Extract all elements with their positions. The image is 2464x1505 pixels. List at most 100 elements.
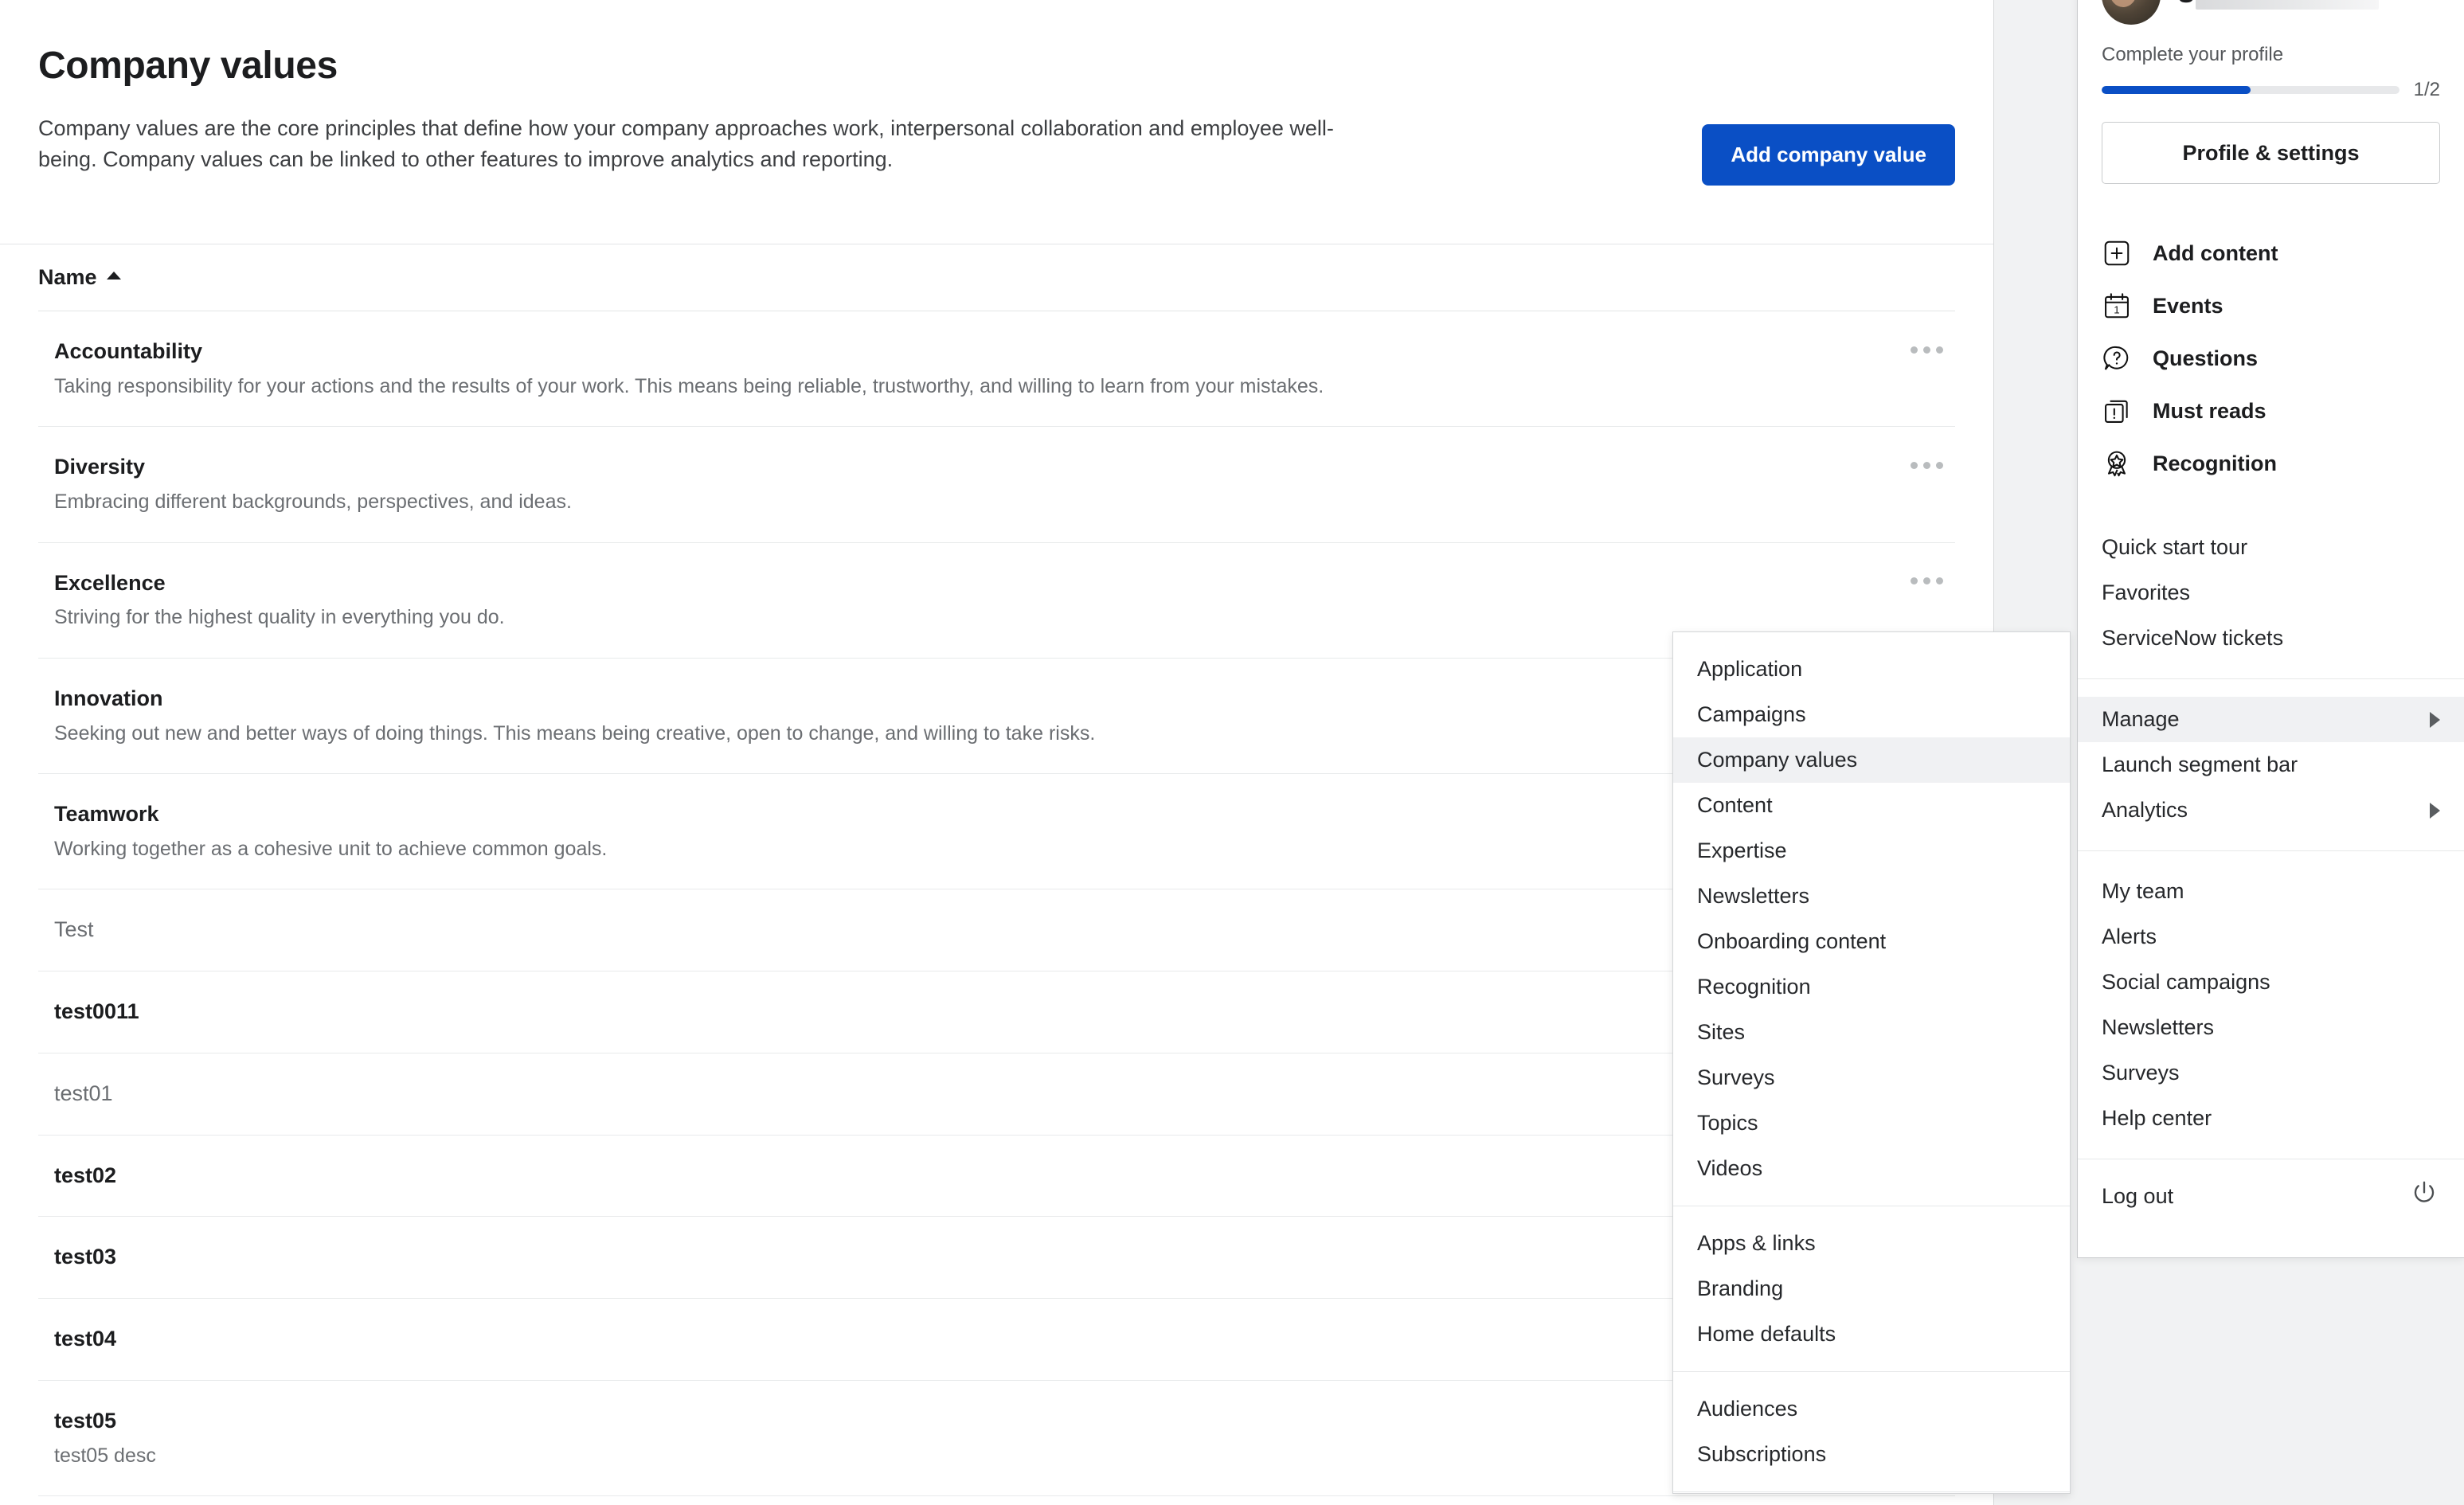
sidebar-item-manage[interactable]: Manage (2078, 697, 2464, 742)
dropdown-item-company-values[interactable]: Company values (1673, 737, 2070, 783)
dropdown-item-home-defaults[interactable]: Home defaults (1673, 1312, 2070, 1357)
sidebar-item-label: Manage (2102, 707, 2180, 732)
profile-and-settings-button[interactable]: Profile & settings (2102, 122, 2440, 184)
row-description: Seeking out new and better ways of doing… (54, 721, 1907, 747)
svg-text:1: 1 (2114, 304, 2119, 316)
table-row[interactable]: test02 (38, 1136, 1955, 1218)
sidebar-item-social-campaigns[interactable]: Social campaigns (2078, 960, 2464, 1005)
row-description: Embracing different backgrounds, perspec… (54, 489, 1907, 515)
sidebar-item-help-center[interactable]: Help center (2078, 1096, 2464, 1141)
dropdown-item-topics[interactable]: Topics (1673, 1100, 2070, 1146)
dropdown-item-recognition[interactable]: Recognition (1673, 964, 2070, 1010)
user-name-initial: S (2178, 0, 2194, 9)
dropdown-item-subscriptions[interactable]: Subscriptions (1673, 1432, 2070, 1477)
sidebar-links-group-1: Quick start tour Favorites ServiceNow tick… (2078, 507, 2464, 678)
dropdown-item-videos[interactable]: Videos (1673, 1146, 2070, 1191)
dropdown-item-content[interactable]: Content (1673, 783, 2070, 828)
sidebar-item-label: Help center (2102, 1106, 2212, 1131)
must-read-cards-icon (2102, 396, 2132, 426)
sidebar-item-events[interactable]: 1 Events (2102, 280, 2440, 332)
calendar-icon: 1 (2102, 291, 2132, 321)
dropdown-item-onboarding-content[interactable]: Onboarding content (1673, 919, 2070, 964)
dropdown-item-sites[interactable]: Sites (1673, 1010, 2070, 1055)
plus-square-icon (2102, 238, 2132, 268)
table-row[interactable]: AccountabilityTaking responsibility for … (38, 311, 1955, 427)
award-ribbon-icon (2102, 448, 2132, 479)
sidebar-item-questions[interactable]: Questions (2102, 332, 2440, 385)
power-icon (2408, 1178, 2440, 1215)
row-description: Working together as a cohesive unit to a… (54, 836, 1907, 862)
sidebar-item-add-content[interactable]: Add content (2102, 227, 2440, 280)
dropdown-item-application[interactable]: Application (1673, 647, 2070, 692)
table-row[interactable]: test04 (38, 1299, 1955, 1381)
sidebar-item-surveys[interactable]: Surveys (2078, 1050, 2464, 1096)
manage-dropdown-menu[interactable]: ApplicationCampaignsCompany valuesConten… (1672, 631, 2071, 1494)
dropdown-item-branding[interactable]: Branding (1673, 1266, 2070, 1312)
logout-label: Log out (2102, 1184, 2173, 1209)
sidebar-item-my-team[interactable]: My team (2078, 869, 2464, 914)
profile-sidebar-panel: S Complete your profile 1/2 Profile & se… (2077, 0, 2464, 1258)
sidebar-item-label: Add content (2153, 241, 2278, 266)
sidebar-item-analytics[interactable]: Analytics (2078, 788, 2464, 833)
table-row[interactable]: test03 (38, 1217, 1955, 1299)
sidebar-item-label: Analytics (2102, 798, 2188, 823)
table-row[interactable]: Test (38, 889, 1955, 971)
dropdown-item-newsletters[interactable]: Newsletters (1673, 874, 2070, 919)
row-overflow-menu-icon[interactable] (1904, 448, 1949, 483)
page-title: Company values (38, 44, 1955, 88)
sidebar-logout-section: Log out (2078, 1159, 2464, 1233)
row-name: test05 (54, 1408, 1907, 1435)
row-name: Teamwork (54, 801, 1907, 828)
sidebar-item-label: Events (2153, 294, 2223, 319)
table-row[interactable]: test0011 (38, 971, 1955, 1054)
sidebar-item-label: Quick start tour (2102, 535, 2247, 560)
dropdown-item-audiences[interactable]: Audiences (1673, 1386, 2070, 1432)
column-header-name[interactable]: Name (38, 265, 121, 290)
sidebar-item-newsletters[interactable]: Newsletters (2078, 1005, 2464, 1050)
sidebar-item-favorites[interactable]: Favorites (2078, 570, 2464, 616)
row-name: Test (54, 917, 1907, 944)
row-name: Diversity (54, 454, 1907, 481)
table-row[interactable]: test01 (38, 1054, 1955, 1136)
page-description: Company values are the core principles t… (38, 113, 1344, 175)
sidebar-item-label: Favorites (2102, 580, 2190, 605)
sidebar-item-must-reads[interactable]: Must reads (2102, 385, 2440, 437)
row-name: Accountability (54, 338, 1907, 366)
complete-profile-label: Complete your profile (2102, 44, 2440, 66)
sidebar-icon-nav: Add content 1 Events QuestionsMust reads Rec… (2078, 206, 2464, 507)
logout-button[interactable]: Log out (2078, 1159, 2464, 1233)
sidebar-item-label: Surveys (2102, 1061, 2180, 1085)
sidebar-item-label: Newsletters (2102, 1015, 2214, 1040)
page-header: Company values Company values are the co… (0, 0, 1993, 244)
table-row[interactable]: Diversity Embracing different backgrounds… (38, 427, 1955, 542)
dropdown-item-apps-links[interactable]: Apps & links (1673, 1221, 2070, 1266)
progress-track (2102, 86, 2399, 94)
sidebar-item-label: Recognition (2153, 452, 2277, 476)
row-name: test01 (54, 1081, 1907, 1108)
table-row[interactable]: InnovationSeeking out new and better way… (38, 659, 1955, 774)
table-row[interactable]: Teamwork Working together as a cohesive u… (38, 774, 1955, 889)
table-row[interactable]: Excellence Striving for the highest quali… (38, 543, 1955, 659)
column-header-name-label: Name (38, 265, 97, 290)
row-description: Striving for the highest quality in ever… (54, 604, 1907, 631)
chevron-right-icon (2430, 803, 2440, 819)
dropdown-item-expertise[interactable]: Expertise (1673, 828, 2070, 874)
table-row[interactable]: test05test05 desc (38, 1381, 1955, 1496)
sidebar-item-recognition[interactable]: Recognition (2102, 437, 2440, 490)
sidebar-item-alerts[interactable]: Alerts (2078, 914, 2464, 960)
sidebar-item-quick-start-tour[interactable]: Quick start tour (2078, 525, 2464, 570)
question-bubble-icon (2102, 343, 2132, 373)
sidebar-item-label: ServiceNow tickets (2102, 626, 2283, 651)
row-name: Excellence (54, 570, 1907, 597)
user-name-redacted (2196, 0, 2379, 10)
sidebar-item-launch-segment-bar[interactable]: Launch segment bar (2078, 742, 2464, 788)
sidebar-user-row[interactable]: S (2102, 0, 2440, 25)
dropdown-item-surveys[interactable]: Surveys (1673, 1055, 2070, 1100)
dropdown-item-campaigns[interactable]: Campaigns (1673, 692, 2070, 737)
table-row[interactable]: test9desc (38, 1496, 1955, 1505)
row-overflow-menu-icon[interactable] (1904, 332, 1949, 367)
add-company-value-button[interactable]: Add company value (1702, 124, 1955, 186)
row-name: test02 (54, 1163, 1907, 1190)
row-overflow-menu-icon[interactable] (1904, 564, 1949, 599)
sidebar-item-servicenow-tickets[interactable]: ServiceNow tickets (2078, 616, 2464, 661)
